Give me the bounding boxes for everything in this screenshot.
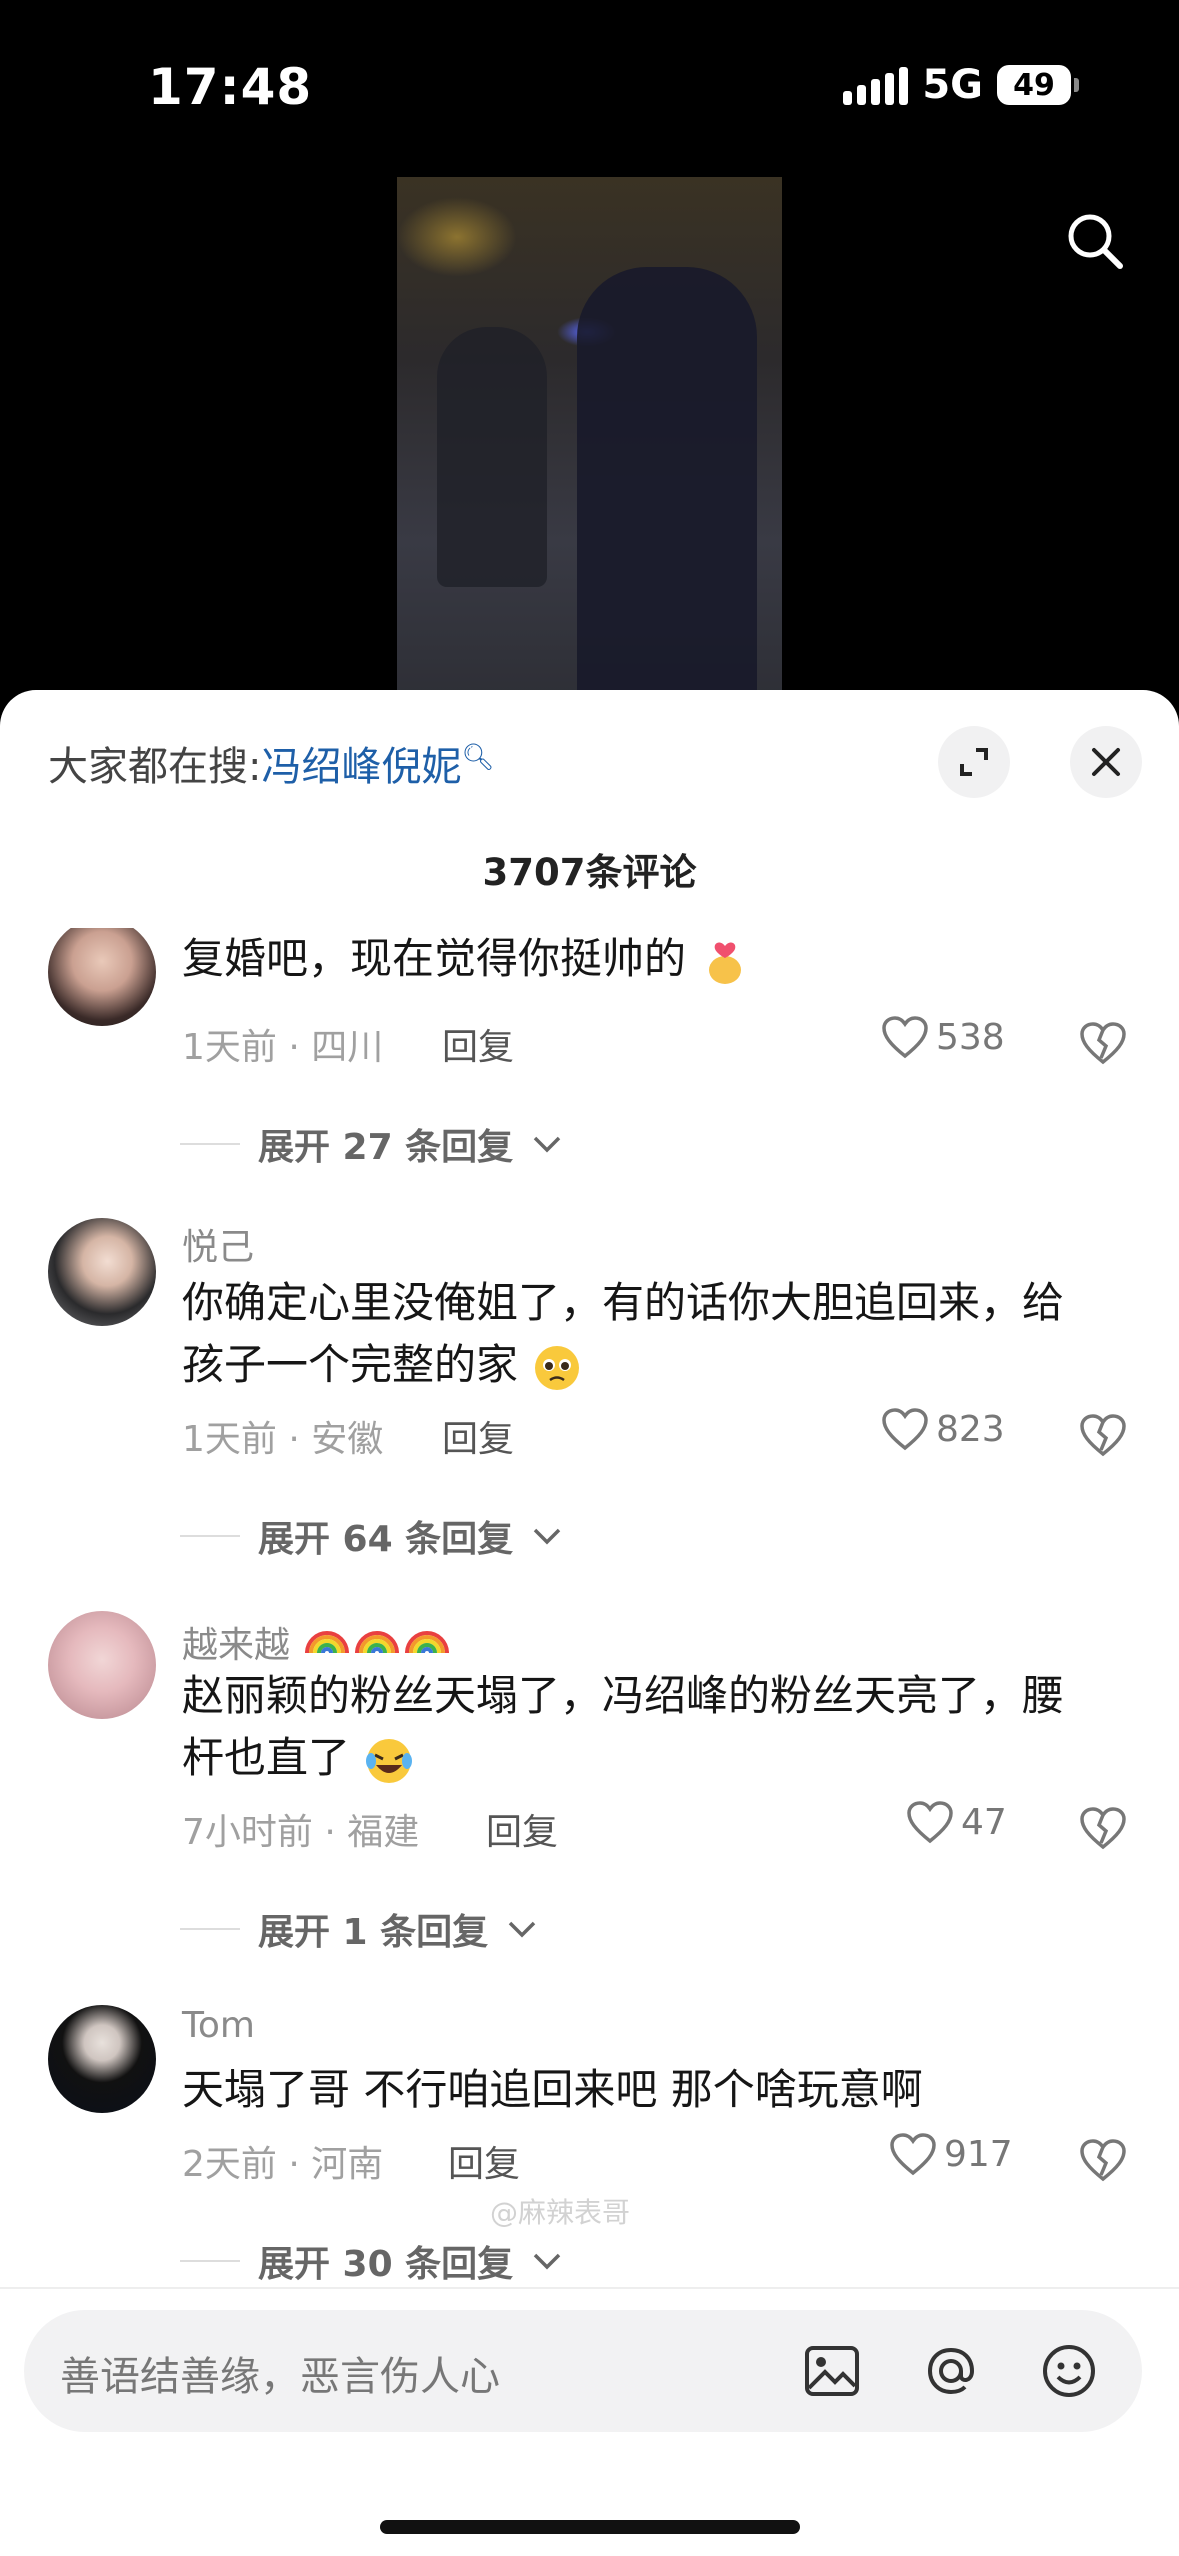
watermark: @麻辣表哥 <box>490 2196 631 2229</box>
comment-meta: 1天前 · 安徽 <box>182 1419 384 1460</box>
comment-meta: 7小时前 · 福建 <box>182 1812 420 1853</box>
avatar[interactable] <box>48 1218 156 1326</box>
comment-text: 你确定心里没俺姐了，有的话你大胆追回来，给孩子一个完整的家 <box>182 1272 1082 1396</box>
expand-replies[interactable]: 展开 1 条回复 <box>180 1903 538 1955</box>
broken-heart-icon[interactable] <box>1078 1018 1128 1068</box>
reply-button[interactable]: 回复 <box>442 1018 514 1070</box>
avatar[interactable] <box>48 2005 156 2113</box>
like-button[interactable]: 47 <box>905 1799 1007 1845</box>
image-icon[interactable] <box>799 2338 865 2404</box>
heart-hands-emoji-icon <box>709 941 742 984</box>
comment-text: 天塌了哥 不行咱追回来吧 那个啥玩意啊 <box>182 2065 923 2114</box>
chevron-down-icon <box>508 1921 536 1938</box>
expand-replies-label: 展开 64 条回复 <box>258 1519 514 1560</box>
expand-button[interactable] <box>938 726 1010 798</box>
home-indicator[interactable] <box>380 2520 800 2534</box>
laughing-crying-emoji-icon <box>366 1738 413 1783</box>
heart-icon <box>882 1408 928 1451</box>
comment-meta: 1天前 · 四川 <box>182 1027 384 1068</box>
divider <box>0 2287 1179 2289</box>
reply-button[interactable]: 回复 <box>448 2135 520 2187</box>
expand-replies-label: 展开 30 条回复 <box>258 2244 514 2285</box>
emoji-icon[interactable] <box>1036 2338 1102 2404</box>
heart-icon <box>890 2133 936 2176</box>
status-time: 17:48 <box>148 58 313 116</box>
like-count: 538 <box>936 1016 1005 1058</box>
trending-keyword[interactable]: 冯绍峰倪妮 <box>261 744 461 790</box>
broken-heart-icon[interactable] <box>1078 1410 1128 1460</box>
like-button[interactable]: 917 <box>888 2131 1013 2177</box>
expand-replies-label: 展开 1 条回复 <box>258 1912 489 1953</box>
reply-button[interactable]: 回复 <box>486 1803 558 1855</box>
chevron-down-icon <box>533 2253 561 2270</box>
expand-icon <box>960 748 988 776</box>
chevron-down-icon <box>533 1136 561 1153</box>
username[interactable]: Tom <box>182 2005 255 2046</box>
network-type: 5G <box>922 62 983 108</box>
video-player[interactable] <box>397 177 782 697</box>
like-button[interactable]: 823 <box>880 1406 1005 1452</box>
comment-count: 3707条评论 <box>482 851 697 894</box>
expand-replies[interactable]: 展开 27 条回复 <box>180 1118 563 1170</box>
comment-list[interactable]: 复婚吧，现在觉得你挺帅的 1天前 · 四川 回复 538 展开 27 条回复 悦… <box>0 928 1179 2288</box>
at-icon[interactable] <box>918 2338 984 2404</box>
pleading-face-emoji-icon <box>535 1345 580 1390</box>
like-button[interactable]: 538 <box>880 1014 1005 1060</box>
like-count: 47 <box>961 1801 1007 1843</box>
rainbow-emoji-icon <box>305 1631 450 1654</box>
trending-search[interactable]: 大家都在搜:冯绍峰倪妮🔍︎ <box>48 734 495 792</box>
expand-replies-label: 展开 27 条回复 <box>258 1127 514 1168</box>
comment-input[interactable]: 善语结善缘，恶言伤人心 <box>24 2310 1142 2432</box>
avatar[interactable] <box>48 1611 156 1719</box>
close-button[interactable] <box>1070 726 1142 798</box>
close-icon <box>1092 748 1120 776</box>
expand-replies[interactable]: 展开 64 条回复 <box>180 1510 563 1562</box>
username[interactable]: 悦己 <box>182 1218 254 1270</box>
broken-heart-icon[interactable] <box>1078 2135 1128 2185</box>
like-count: 917 <box>944 2133 1013 2175</box>
status-indicators: 5G 49 <box>843 62 1079 108</box>
like-count: 823 <box>936 1408 1005 1450</box>
signal-icon <box>843 65 909 105</box>
chevron-down-icon <box>533 1528 561 1545</box>
comment-text: 赵丽颖的粉丝天塌了，冯绍峰的粉丝天亮了，腰杆也直了 <box>182 1665 1082 1789</box>
comment-meta: 2天前 · 河南 <box>182 2144 384 2185</box>
heart-icon <box>882 1016 928 1059</box>
small-search-icon: 🔍︎ <box>461 742 495 773</box>
avatar[interactable] <box>48 928 156 1026</box>
search-icon[interactable] <box>1060 206 1130 276</box>
username[interactable]: 越来越 <box>182 1611 451 1668</box>
broken-heart-icon[interactable] <box>1078 1803 1128 1853</box>
trending-prefix: 大家都在搜: <box>48 744 262 790</box>
expand-replies[interactable]: 展开 30 条回复 <box>180 2235 563 2287</box>
battery-level: 49 <box>997 65 1071 105</box>
comment-sheet: 大家都在搜:冯绍峰倪妮🔍︎ 3707条评论 复婚吧，现在觉得你挺帅的 1天前 ·… <box>0 690 1179 2556</box>
comment-input-placeholder: 善语结善缘，恶言伤人心 <box>60 2354 500 2400</box>
heart-icon <box>907 1801 953 1844</box>
comment-text: 复婚吧，现在觉得你挺帅的 <box>182 928 1082 990</box>
battery-icon: 49 <box>997 65 1079 105</box>
reply-button[interactable]: 回复 <box>442 1410 514 1462</box>
